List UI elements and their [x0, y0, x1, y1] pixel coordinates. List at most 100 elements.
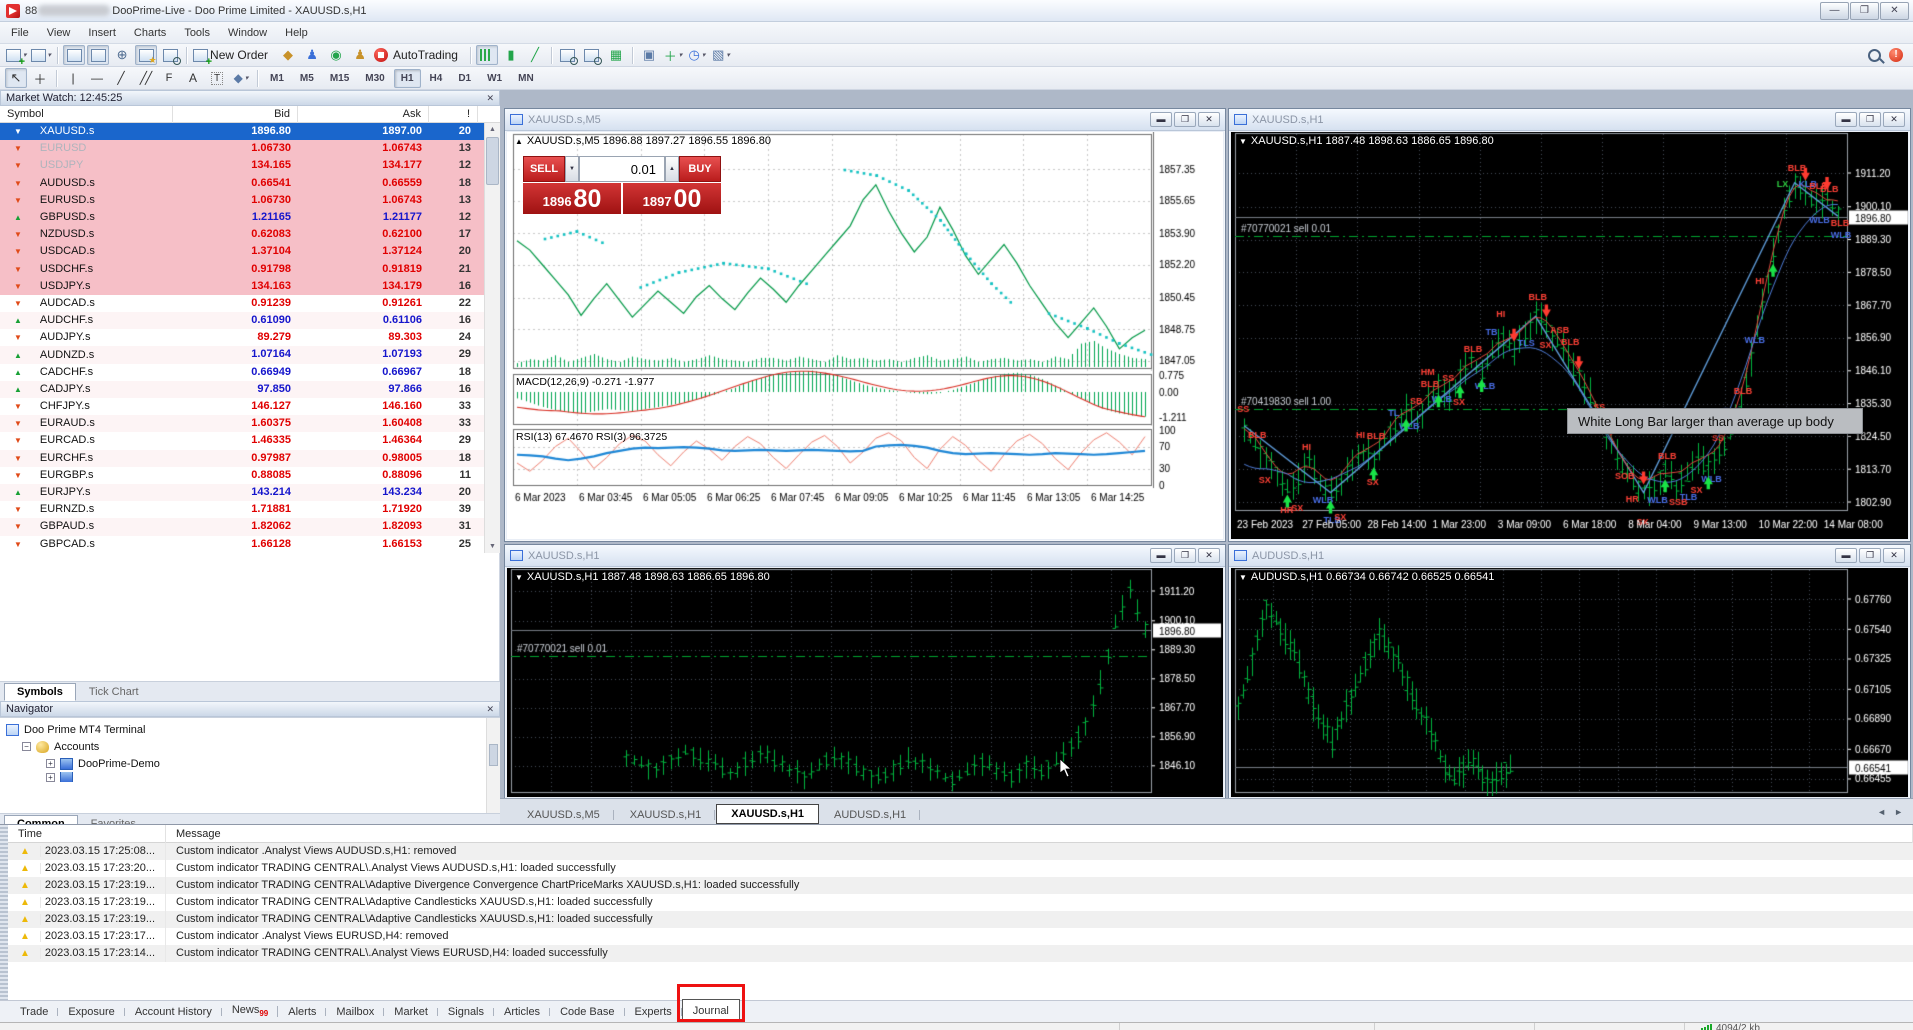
market-watch-row[interactable]: ▼EURGBP.s0.880850.8809611 — [0, 467, 500, 484]
chart-restore-button[interactable]: ❐ — [1859, 548, 1881, 563]
timeframe-button-h4[interactable]: H4 — [423, 69, 450, 88]
market-watch-row[interactable]: ▲CADCHF.s0.669490.6696718 — [0, 364, 500, 381]
chart-restore-button[interactable]: ❐ — [1174, 112, 1196, 127]
journal-row[interactable]: ▲2023.03.15 17:23:19...Custom indicator … — [8, 877, 1913, 894]
tab-scroll-right-icon[interactable]: ► — [1894, 807, 1903, 817]
column-bid[interactable]: Bid — [173, 106, 298, 123]
timeframe-button-d1[interactable]: D1 — [451, 69, 478, 88]
market-watch-row[interactable]: ▲AUDNZD.s1.071641.0719329 — [0, 346, 500, 363]
timeframe-button-w1[interactable]: W1 — [480, 69, 509, 88]
market-watch-toggle[interactable] — [63, 45, 85, 65]
journal-row[interactable]: ▲2023.03.15 17:23:19...Custom indicator … — [8, 911, 1913, 928]
candlestick-mode-button[interactable]: ▮ — [500, 45, 522, 65]
terminal-tab-trade[interactable]: Trade — [10, 1003, 58, 1021]
scroll-down-arrow[interactable]: ▼ — [485, 540, 500, 553]
minimize-button[interactable]: — — [1820, 2, 1849, 20]
journal-row[interactable]: ▲2023.03.15 17:23:17...Custom indicator … — [8, 928, 1913, 945]
trendline-button[interactable]: ╱ — [110, 68, 132, 88]
lot-increase-button[interactable]: ▲ — [665, 156, 679, 182]
chart-window-titlebar[interactable]: XAUUSD.s,H1 ▬ ❐ ✕ — [505, 545, 1225, 567]
timeframe-button-h1[interactable]: H1 — [394, 69, 421, 88]
journal-row[interactable]: ▲2023.03.15 17:23:20...Custom indicator … — [8, 860, 1913, 877]
arrange-icons-button[interactable]: ▣ — [638, 45, 660, 65]
community-button[interactable]: ♟ — [349, 45, 371, 65]
autotrading-button[interactable]: AutoTrading — [373, 45, 465, 65]
lot-decrease-button[interactable]: ▼ — [565, 156, 579, 182]
market-watch-row[interactable]: ▼EURNZD.s1.718811.7192039 — [0, 501, 500, 518]
market-watch-row[interactable]: ▼AUDUSD.s0.665410.6655918 — [0, 175, 500, 192]
lot-size-input[interactable]: 0.01 — [579, 156, 665, 182]
buy-button[interactable]: BUY — [679, 156, 721, 182]
column-ask[interactable]: Ask — [298, 106, 429, 123]
bar-chart-mode-button[interactable] — [476, 45, 498, 65]
tile-windows-button[interactable]: ▦ — [605, 45, 627, 65]
terminal-tab-exposure[interactable]: Exposure — [58, 1003, 124, 1021]
chart-restore-button[interactable]: ❐ — [1174, 548, 1196, 563]
navigator-scrollbar[interactable] — [486, 718, 500, 813]
timeframe-button-mn[interactable]: MN — [511, 69, 541, 88]
text-tool-button[interactable]: A — [182, 68, 204, 88]
maximize-button[interactable]: ❐ — [1850, 2, 1879, 20]
menu-item-help[interactable]: Help — [276, 24, 317, 42]
market-watch-scrollbar[interactable]: ▲▼ — [484, 123, 500, 553]
journal-row[interactable]: ▲2023.03.15 17:23:14...Custom indicator … — [8, 945, 1913, 962]
signals-button[interactable]: ◉ — [325, 45, 347, 65]
terminal-tab-news[interactable]: News99 — [222, 1001, 278, 1021]
market-watch-row[interactable]: ▼CHFJPY.s146.127146.16033 — [0, 398, 500, 415]
menu-item-file[interactable]: File — [2, 24, 38, 42]
menu-item-charts[interactable]: Charts — [125, 24, 175, 42]
metaeditor-button[interactable]: ♟ — [301, 45, 323, 65]
new-chart-button[interactable]: ▾ — [5, 45, 28, 65]
chart-close-button[interactable]: ✕ — [1883, 548, 1905, 563]
chart-tab-audusd-s-h1[interactable]: AUDUSD.s,H1 — [819, 805, 921, 824]
market-watch-row[interactable]: ▲CADJPY.s97.85097.86616 — [0, 381, 500, 398]
menu-item-tools[interactable]: Tools — [175, 24, 219, 42]
scroll-up-arrow[interactable]: ▲ — [485, 123, 500, 136]
buy-price-display[interactable]: 189700 — [623, 183, 721, 214]
market-watch-tab-symbols[interactable]: Symbols — [4, 683, 76, 701]
market-watch-row[interactable]: ▼USDCHF.s0.917980.9181921 — [0, 261, 500, 278]
chart-tab-xauusd-s-h1[interactable]: XAUUSD.s,H1 — [615, 805, 717, 824]
terminal-tab-alerts[interactable]: Alerts — [278, 1003, 326, 1021]
chart-close-button[interactable]: ✕ — [1198, 112, 1220, 127]
chart-close-button[interactable]: ✕ — [1198, 548, 1220, 563]
zoom-out-button[interactable] — [581, 45, 603, 65]
timeframe-button-m1[interactable]: M1 — [263, 69, 291, 88]
market-watch-row[interactable]: ▼USDJPY.s134.163134.17916 — [0, 278, 500, 295]
market-watch-row[interactable]: ▼AUDCAD.s0.912390.9126122 — [0, 295, 500, 312]
terminal-tab-code-base[interactable]: Code Base — [550, 1003, 624, 1021]
market-watch-tab-tick-chart[interactable]: Tick Chart — [76, 683, 152, 701]
terminal-tab-market[interactable]: Market — [384, 1003, 438, 1021]
market-watch-row[interactable]: ▼NZDUSD.s0.620830.6210017 — [0, 226, 500, 243]
market-watch-row[interactable]: ▲GBPUSD.s1.211651.2117712 — [0, 209, 500, 226]
navigator-close-icon[interactable]: ✕ — [486, 704, 494, 715]
menu-item-view[interactable]: View — [38, 24, 80, 42]
terminal-tab-experts[interactable]: Experts — [625, 1003, 682, 1021]
market-watch-row[interactable]: ▼USDCAD.s1.371041.3712420 — [0, 243, 500, 260]
market-watch-row[interactable]: ▼EURCAD.s1.463351.4636429 — [0, 432, 500, 449]
terminal-tab-account-history[interactable]: Account History — [125, 1003, 222, 1021]
chart-restore-button[interactable]: ❐ — [1859, 112, 1881, 127]
terminal-tab-journal[interactable]: Journal — [682, 999, 740, 1021]
tree-item-accounts[interactable]: −Accounts — [0, 738, 500, 755]
timeframe-button-m30[interactable]: M30 — [358, 69, 391, 88]
horizontal-line-button[interactable]: — — [86, 68, 108, 88]
market-watch-row[interactable]: ▲EURJPY.s143.214143.23420 — [0, 484, 500, 501]
cursor-tool-button[interactable]: ↖ — [5, 68, 27, 88]
journal-row[interactable]: ▲2023.03.15 17:25:08...Custom indicator … — [8, 843, 1913, 860]
market-watch-row[interactable]: ▼EURCHF.s0.979870.9800518 — [0, 450, 500, 467]
xauusd-h1-recent-chart-canvas[interactable] — [507, 568, 1223, 796]
symbol-search-button[interactable] — [159, 45, 181, 65]
history-center-button[interactable]: ◆ — [277, 45, 299, 65]
navigator-toggle[interactable] — [87, 45, 109, 65]
market-watch-row[interactable]: ▼USDJPY134.165134.17712 — [0, 157, 500, 174]
tree-item-terminal[interactable]: Doo Prime MT4 Terminal — [0, 721, 500, 738]
terminal-tab-articles[interactable]: Articles — [494, 1003, 550, 1021]
chart-close-button[interactable]: ✕ — [1883, 112, 1905, 127]
chart-minimize-button[interactable]: ▬ — [1835, 112, 1857, 127]
terminal-grip[interactable] — [0, 825, 8, 1000]
timeframe-button-m5[interactable]: M5 — [293, 69, 321, 88]
periods-button[interactable]: ◷▾ — [686, 45, 708, 65]
market-watch-row[interactable]: ▼AUDJPY.s89.27989.30324 — [0, 329, 500, 346]
text-label-button[interactable]: T — [206, 68, 228, 88]
